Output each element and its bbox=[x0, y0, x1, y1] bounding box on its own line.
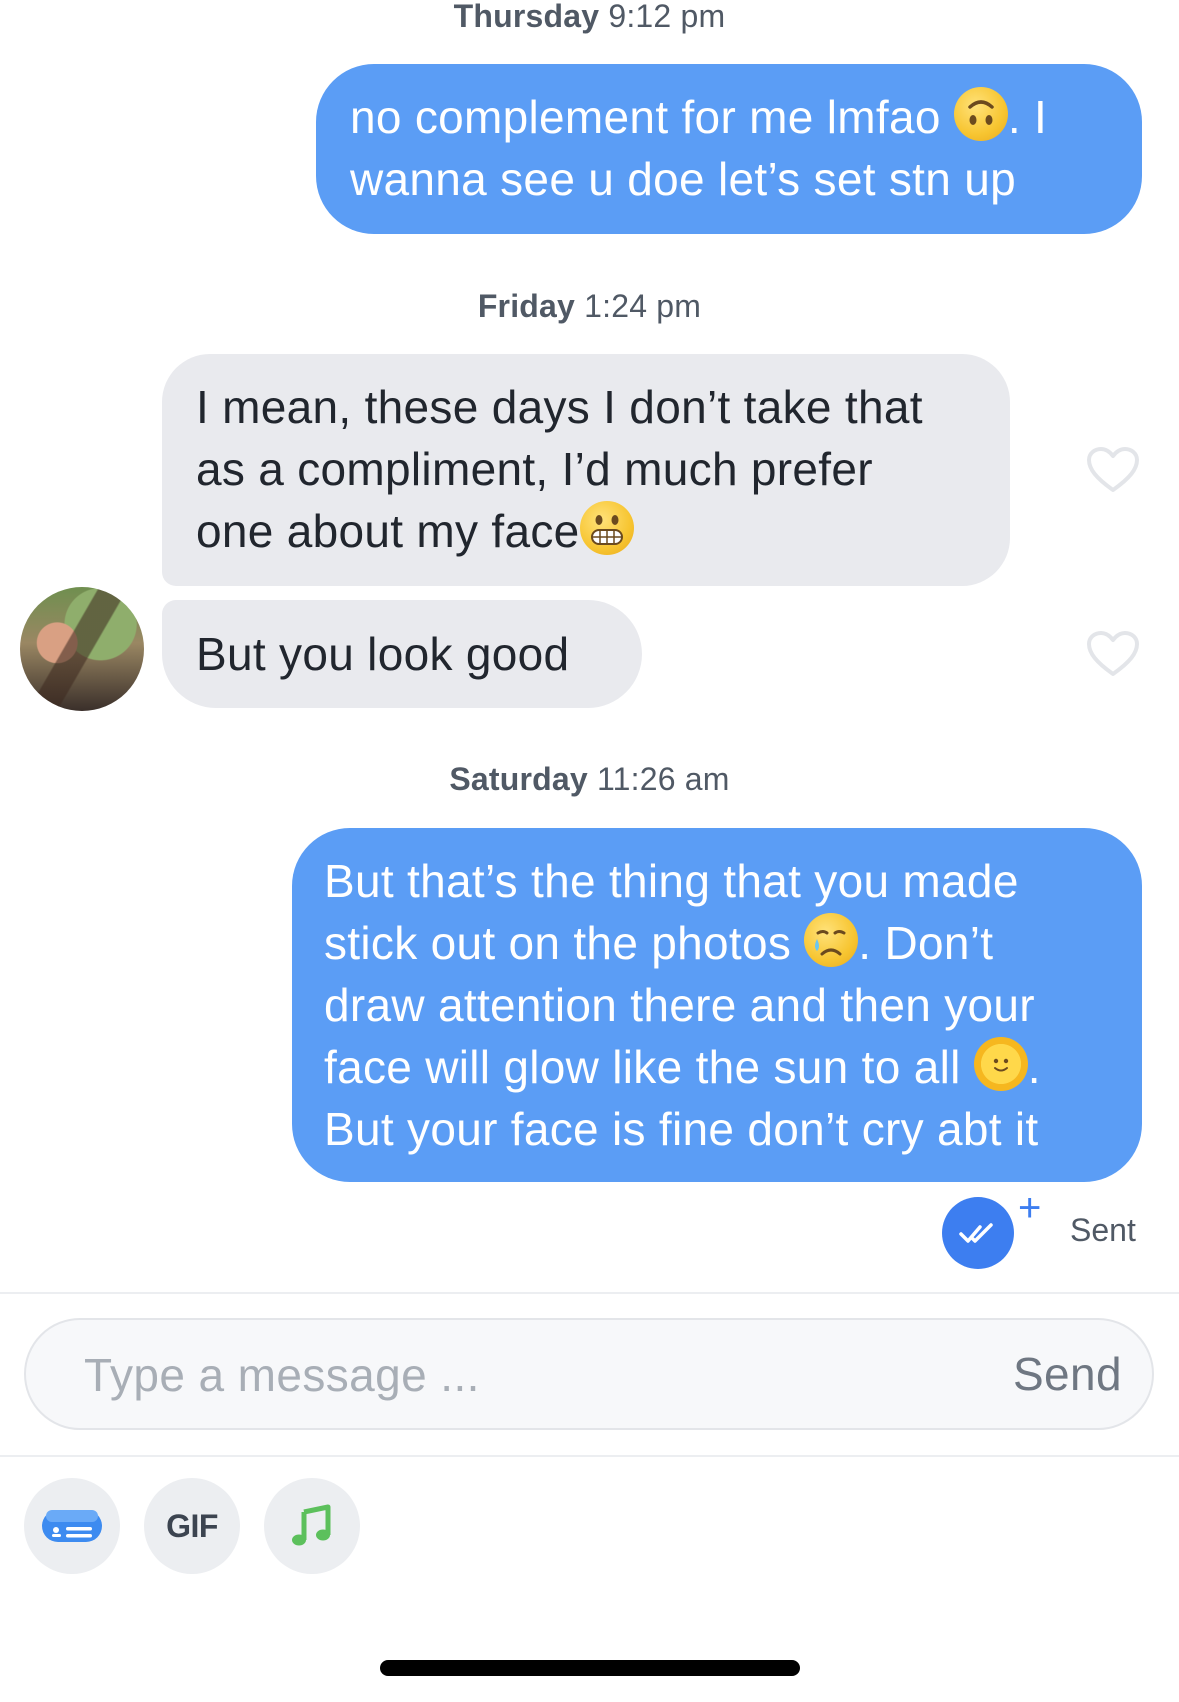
like-heart-icon[interactable] bbox=[1086, 630, 1140, 678]
sun-with-face-emoji bbox=[973, 1037, 1028, 1091]
timestamp-time: 9:12 pm bbox=[608, 0, 726, 34]
message-line: face will glow like the sun to all . bbox=[324, 1036, 1108, 1098]
message-input-placeholder: Type a message ... bbox=[84, 1349, 480, 1401]
send-button[interactable]: Send bbox=[1013, 1347, 1122, 1401]
like-heart-icon[interactable] bbox=[1086, 446, 1140, 494]
double-check-icon bbox=[959, 1223, 993, 1243]
timestamp-thursday: Thursday 9:12 pm bbox=[0, 0, 1179, 35]
message-line: stick out on the photos . Don’t bbox=[324, 912, 1108, 974]
message-line: But your face is fine don’t cry abt it bbox=[324, 1103, 1039, 1155]
timestamp-day: Friday bbox=[477, 288, 576, 324]
sent-status-label: Sent bbox=[1070, 1212, 1136, 1248]
received-message-bubble[interactable]: But you look good bbox=[162, 600, 642, 708]
gif-button-label: GIF bbox=[166, 1507, 218, 1544]
message-line: no complement for me lmfao . I bbox=[350, 86, 1108, 148]
home-indicator bbox=[380, 1660, 800, 1676]
grimacing-face-emoji bbox=[579, 501, 634, 555]
crying-face-emoji bbox=[804, 913, 859, 967]
timestamp-friday: Friday 1:24 pm bbox=[0, 288, 1179, 325]
message-line: draw attention there and then your bbox=[324, 979, 1035, 1031]
id-card-button[interactable] bbox=[24, 1478, 120, 1574]
plus-icon[interactable]: + bbox=[1018, 1186, 1041, 1231]
message-line: one about my face bbox=[196, 500, 976, 562]
gif-button[interactable]: GIF bbox=[144, 1478, 240, 1574]
message-line: But you look good bbox=[196, 628, 570, 680]
message-line: I mean, these days I don’t take that bbox=[196, 381, 923, 433]
timestamp-time: 11:26 am bbox=[596, 761, 730, 797]
message-input[interactable]: Type a message ... Send bbox=[24, 1318, 1154, 1430]
sent-status: + Sent bbox=[942, 1186, 1136, 1270]
timestamp-day: Thursday bbox=[453, 0, 600, 34]
timestamp-day: Saturday bbox=[449, 761, 588, 797]
message-line: wanna see u doe let’s set stn up bbox=[350, 153, 1016, 205]
message-line: as a compliment, I’d much prefer bbox=[196, 443, 873, 495]
sent-message-bubble[interactable]: But that’s the thing that you made stick… bbox=[292, 828, 1142, 1182]
composer-top-divider bbox=[0, 1292, 1179, 1294]
message-line: But that’s the thing that you made bbox=[324, 855, 1019, 907]
upside-down-face-emoji bbox=[953, 87, 1008, 141]
composer-bottom-divider bbox=[0, 1455, 1179, 1457]
music-button[interactable] bbox=[264, 1478, 360, 1574]
timestamp-time: 1:24 pm bbox=[584, 288, 702, 324]
id-card-icon bbox=[42, 1510, 102, 1542]
read-receipt-button[interactable] bbox=[942, 1197, 1014, 1269]
avatar[interactable] bbox=[20, 587, 144, 711]
sent-message-bubble[interactable]: no complement for me lmfao . I wanna see… bbox=[316, 64, 1142, 234]
received-message-bubble[interactable]: I mean, these days I don’t take that as … bbox=[162, 354, 1010, 586]
music-note-icon bbox=[292, 1504, 331, 1546]
timestamp-saturday: Saturday 11:26 am bbox=[0, 761, 1179, 798]
